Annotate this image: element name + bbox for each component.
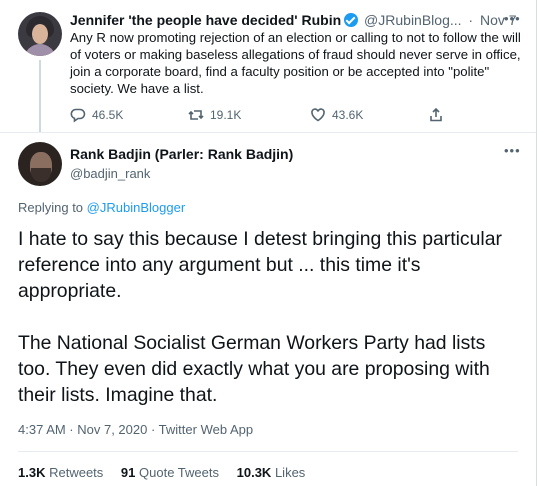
author-handle[interactable]: @JRubinBlog... xyxy=(364,12,461,28)
divider xyxy=(18,451,518,452)
more-icon[interactable]: ••• xyxy=(504,144,522,157)
thread-connector xyxy=(39,60,41,132)
reply-button[interactable]: 46.5K xyxy=(70,106,123,124)
tweet-actions: 46.5K 19.1K 43.6K xyxy=(70,106,470,124)
tweet-paragraph: The National Socialist German Workers Pa… xyxy=(18,332,490,406)
like-count: 43.6K xyxy=(332,108,364,122)
like-button[interactable]: 43.6K xyxy=(310,106,363,124)
tweet-paragraph: I hate to say this because I detest brin… xyxy=(18,228,502,302)
author-name[interactable]: Rank Badjin (Parler: Rank Badjin) xyxy=(70,146,293,162)
like-icon xyxy=(311,108,325,122)
page-edge xyxy=(536,0,554,486)
author-name[interactable]: Jennifer 'the people have decided' Rubin xyxy=(70,12,341,28)
retweet-icon xyxy=(188,110,204,120)
share-button[interactable] xyxy=(428,106,444,124)
tweet-text: I hate to say this because I detest brin… xyxy=(18,226,518,408)
more-icon[interactable]: ••• xyxy=(504,12,522,25)
tweet-meta[interactable]: 4:37 AM · Nov 7, 2020 · Twitter Web App xyxy=(18,422,253,437)
author-handle[interactable]: @badjin_rank xyxy=(70,166,150,181)
reply-count: 46.5K xyxy=(92,108,124,122)
separator: · xyxy=(468,12,474,28)
reply-icon xyxy=(70,108,86,123)
retweets-stat[interactable]: 1.3K Retweets xyxy=(18,465,103,480)
retweet-count: 19.1K xyxy=(210,108,242,122)
parent-tweet-header: Jennifer 'the people have decided' Rubin… xyxy=(70,12,522,30)
tweet-thread: Jennifer 'the people have decided' Rubin… xyxy=(0,0,536,486)
verified-badge-icon xyxy=(344,13,359,27)
replying-to-link[interactable]: @JRubinBlogger xyxy=(87,200,185,215)
tweet-stats: 1.3K Retweets 91 Quote Tweets 10.3K Like… xyxy=(18,465,319,480)
share-icon xyxy=(430,107,442,122)
likes-stat[interactable]: 10.3K Likes xyxy=(237,465,306,480)
quote-tweets-stat[interactable]: 91 Quote Tweets xyxy=(121,465,219,480)
replying-to: Replying to @JRubinBlogger xyxy=(18,200,185,215)
avatar[interactable] xyxy=(18,142,62,186)
divider xyxy=(0,132,536,133)
parent-tweet-text: Any R now promoting rejection of an elec… xyxy=(70,30,521,96)
avatar[interactable] xyxy=(18,12,62,56)
retweet-button[interactable]: 19.1K xyxy=(188,106,241,124)
replying-prefix: Replying to xyxy=(18,200,84,215)
